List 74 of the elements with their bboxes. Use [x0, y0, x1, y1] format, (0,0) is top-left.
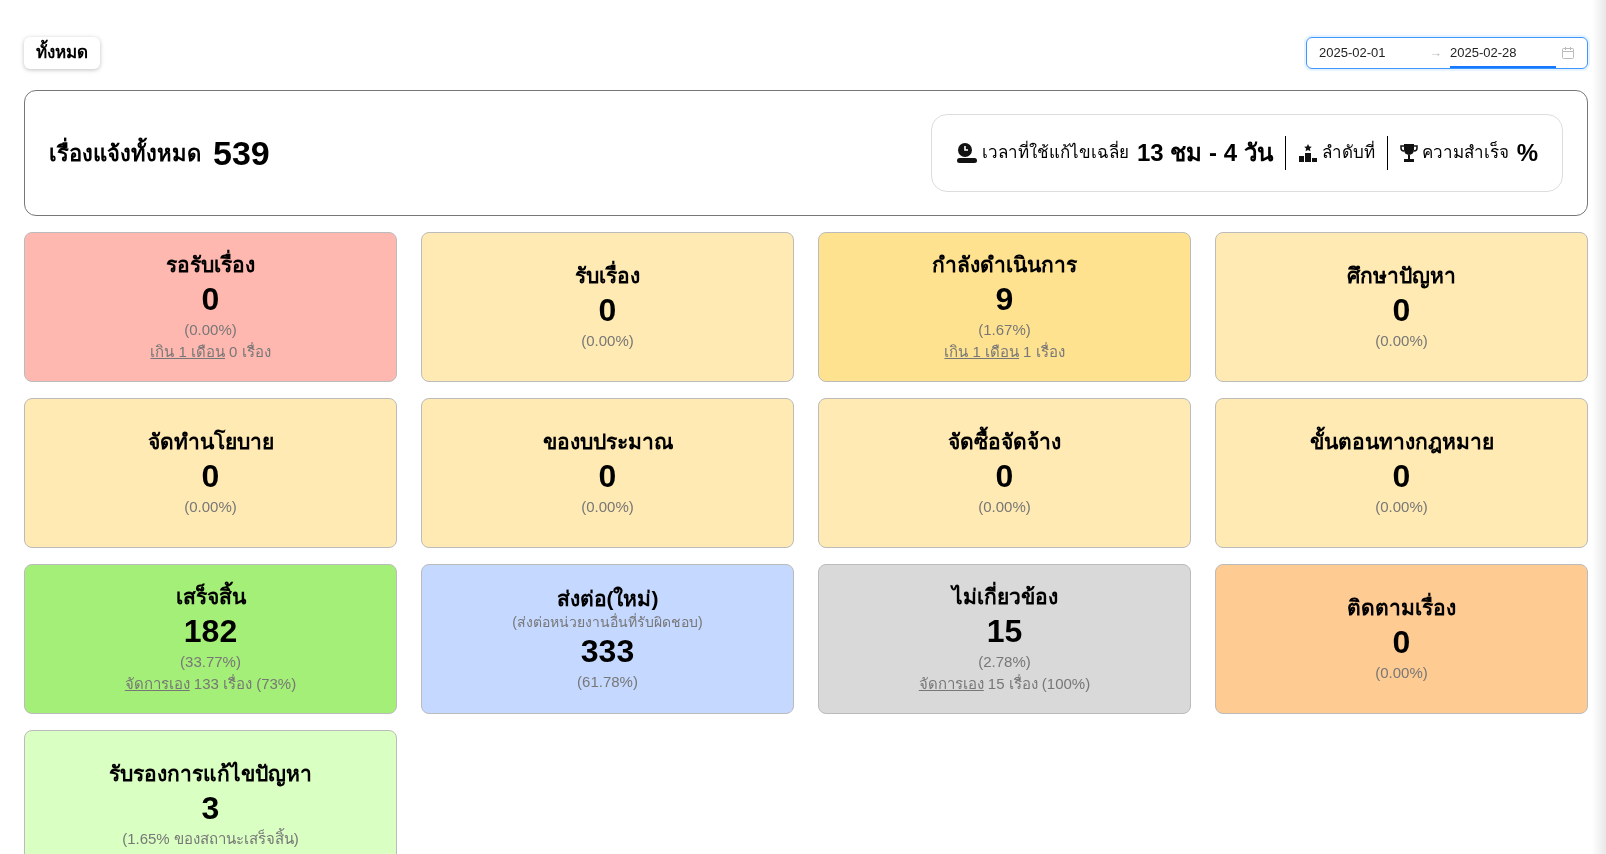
status-card[interactable]: ติดตามเรื่อง 0 (0.00%) [1215, 564, 1588, 714]
note-text: 1 เรื่อง [1023, 341, 1065, 362]
status-card[interactable]: ของบประมาณ 0 (0.00%) [421, 398, 794, 548]
status-card[interactable]: รับรองการแก้ไขปัญหา 3 (1.65% ของสถานะเสร็จสิ้น) [24, 730, 397, 854]
status-count: 0 [201, 457, 220, 496]
trophy-icon [1399, 143, 1418, 163]
status-title: จัดซื้อจัดจ้าง [948, 428, 1061, 456]
status-card[interactable]: ไม่เกี่ยวข้อง 15 (2.78%) จัดการเอง 15 เรื่อง (100%) [818, 564, 1191, 714]
status-percent: (0.00%) [1375, 663, 1428, 683]
status-card[interactable]: เสร็จสิ้น 182 (33.77%) จัดการเอง 133 เรื่อง (73%) [24, 564, 397, 714]
status-card[interactable]: รอรับเรื่อง 0 (0.00%) เกิน 1 เดือน 0 เรื่อง [24, 232, 397, 382]
status-card[interactable]: รับเรื่อง 0 (0.00%) [421, 232, 794, 382]
status-count: 0 [1392, 291, 1411, 330]
status-count: 0 [598, 457, 617, 496]
total-count: 539 [213, 132, 270, 174]
status-count: 3 [201, 789, 220, 828]
status-card[interactable]: ขั้นตอนทางกฎหมาย 0 (0.00%) [1215, 398, 1588, 548]
status-percent: (33.77%) [180, 652, 241, 672]
status-title: กำลังดำเนินการ [932, 252, 1077, 278]
status-title: ศึกษาปัญหา [1347, 263, 1456, 290]
status-count: 15 [986, 612, 1023, 651]
stat-label: ลำดับที่ [1321, 140, 1375, 166]
calendar-icon [1561, 46, 1575, 60]
status-percent: (1.65% ของสถานะเสร็จสิ้น) [122, 828, 299, 849]
status-count: 9 [995, 280, 1014, 319]
status-title: รอรับเรื่อง [166, 251, 255, 279]
status-title: ติดตามเรื่อง [1347, 594, 1456, 622]
status-percent: (0.00%) [581, 497, 634, 517]
status-title: จัดทำนโยบาย [147, 428, 274, 455]
status-count: 0 [995, 457, 1014, 496]
status-title: รับรองการแก้ไขปัญหา [109, 760, 312, 788]
status-percent: (0.00%) [1375, 331, 1428, 351]
stat-value: 13 ชม - 4 วัน [1136, 138, 1273, 168]
date-range-picker[interactable]: 2025-02-01 → 2025-02-28 [1306, 37, 1588, 69]
stat-label: เวลาที่ใช้แก้ไขเฉลี่ย [981, 140, 1129, 166]
status-title: ส่งต่อ(ใหม่) [556, 585, 659, 612]
status-count: 0 [1392, 457, 1411, 496]
status-count: 0 [598, 291, 617, 330]
status-title: รับเรื่อง [575, 262, 640, 290]
note-text: 133 เรื่อง (73%) [193, 673, 297, 694]
status-percent: (0.00%) [978, 497, 1031, 517]
status-count: 182 [183, 612, 238, 651]
status-count: 0 [1392, 623, 1411, 662]
status-percent: (0.00%) [581, 331, 634, 351]
status-count: 0 [201, 280, 220, 319]
status-card[interactable]: จัดทำนโยบาย 0 (0.00%) [24, 398, 397, 548]
status-percent: (2.78%) [978, 652, 1031, 672]
status-subtitle: (ส่งต่อหน่วยงานอื่นที่รับผิดชอบ) [512, 613, 703, 631]
status-title: ของบประมาณ [542, 429, 673, 455]
total-label: เรื่องแจ้งทั้งหมด [49, 136, 201, 170]
stat-label: ความสำเร็จ [1421, 140, 1509, 165]
status-percent: (0.00%) [1375, 497, 1428, 517]
status-title: เสร็จสิ้น [175, 583, 246, 611]
note-link[interactable]: เกิน 1 เดือน [944, 341, 1020, 363]
range-arrow: → [1429, 44, 1442, 63]
note-text: 15 เรื่อง (100%) [987, 673, 1091, 694]
stat-value: % [1516, 138, 1538, 168]
status-count: 333 [580, 632, 635, 671]
status-percent: (61.78%) [577, 672, 638, 692]
status-card[interactable]: กำลังดำเนินการ 9 (1.67%) เกิน 1 เดือน 1 เรื่อง [818, 232, 1191, 382]
status-percent: (0.00%) [184, 497, 237, 517]
status-card[interactable]: ศึกษาปัญหา 0 (0.00%) [1215, 232, 1588, 382]
status-percent: (1.67%) [978, 320, 1031, 340]
status-title: ไม่เกี่ยวข้อง [951, 583, 1058, 611]
end-date[interactable]: 2025-02-28 [1450, 40, 1556, 68]
status-card[interactable]: ส่งต่อ(ใหม่) (ส่งต่อหน่วยงานอื่นที่รับผิดชอบ) 333 (61.78%) [421, 564, 794, 714]
all-filter-button[interactable]: ทั้งหมด [24, 37, 100, 69]
status-card[interactable]: จัดซื้อจัดจ้าง 0 (0.00%) [818, 398, 1191, 548]
note-text: 0 เรื่อง [229, 341, 271, 362]
clock-icon [955, 142, 978, 164]
podium-icon [1297, 143, 1318, 163]
status-title: ขั้นตอนทางกฎหมาย [1309, 428, 1494, 456]
start-date[interactable]: 2025-02-01 [1319, 43, 1429, 63]
status-percent: (0.00%) [184, 320, 237, 340]
